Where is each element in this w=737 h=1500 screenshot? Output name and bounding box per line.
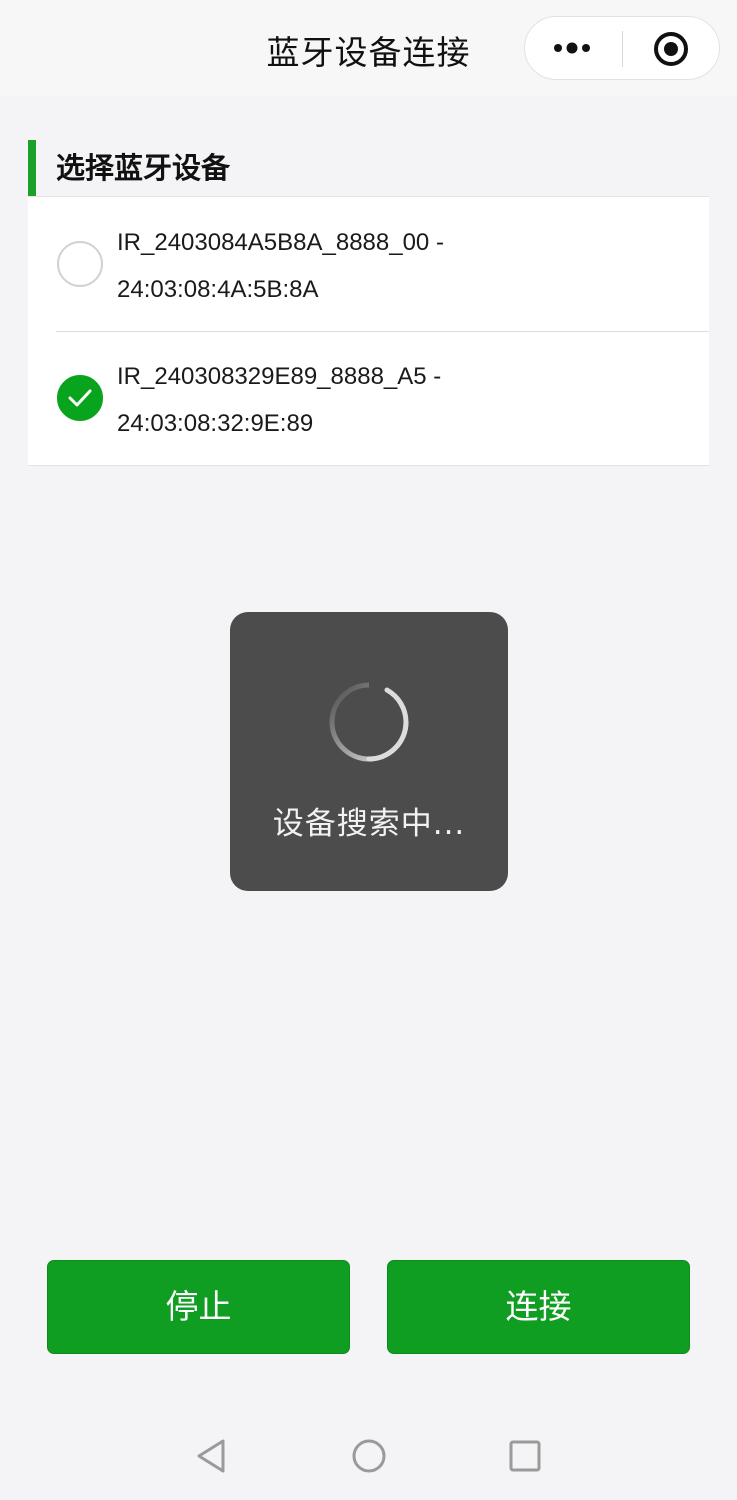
- target-circle-icon: [654, 32, 688, 66]
- device-mac: 24:03:08:32:9E:89: [117, 410, 314, 437]
- back-triangle-icon: [197, 1439, 225, 1473]
- nav-recent-button[interactable]: [503, 1434, 547, 1478]
- radio-unchecked-icon[interactable]: [57, 241, 103, 287]
- checkmark-icon: [68, 389, 92, 407]
- nav-back-button[interactable]: [189, 1434, 233, 1478]
- connect-button[interactable]: 连接: [387, 1260, 690, 1354]
- device-item[interactable]: IR_2403084A5B8A_8888_00 - 24:03:08:4A:5B…: [28, 197, 709, 331]
- system-nav-bar: [0, 1412, 737, 1500]
- section-title: 选择蓝牙设备: [28, 140, 230, 196]
- loading-spinner-icon: [329, 682, 409, 762]
- section-accent-bar: [28, 140, 36, 196]
- device-list: IR_2403084A5B8A_8888_00 - 24:03:08:4A:5B…: [28, 196, 709, 466]
- section-title-text: 选择蓝牙设备: [56, 151, 231, 185]
- stop-button[interactable]: 停止: [47, 1260, 350, 1354]
- device-name: IR_240308329E89_8888_A5 -: [117, 363, 442, 390]
- recent-square-icon: [509, 1440, 541, 1472]
- more-dots-icon: [554, 42, 590, 54]
- device-label: IR_2403084A5B8A_8888_00 - 24:03:08:4A:5B…: [117, 219, 677, 313]
- radio-checked-icon[interactable]: [57, 375, 103, 421]
- menu-capsule: [524, 16, 720, 80]
- nav-home-button[interactable]: [347, 1434, 391, 1478]
- device-name: IR_2403084A5B8A_8888_00 -: [117, 229, 444, 256]
- device-mac: 24:03:08:4A:5B:8A: [117, 276, 319, 303]
- more-button[interactable]: [525, 17, 622, 79]
- loading-text: 设备搜索中...: [272, 806, 466, 842]
- home-circle-icon: [352, 1439, 386, 1473]
- loading-toast: 设备搜索中...: [230, 612, 508, 891]
- device-item[interactable]: IR_240308329E89_8888_A5 - 24:03:08:32:9E…: [28, 331, 709, 465]
- close-miniprogram-button[interactable]: [623, 17, 720, 79]
- device-label: IR_240308329E89_8888_A5 - 24:03:08:32:9E…: [117, 353, 677, 447]
- header-bar: 蓝牙设备连接: [0, 0, 737, 96]
